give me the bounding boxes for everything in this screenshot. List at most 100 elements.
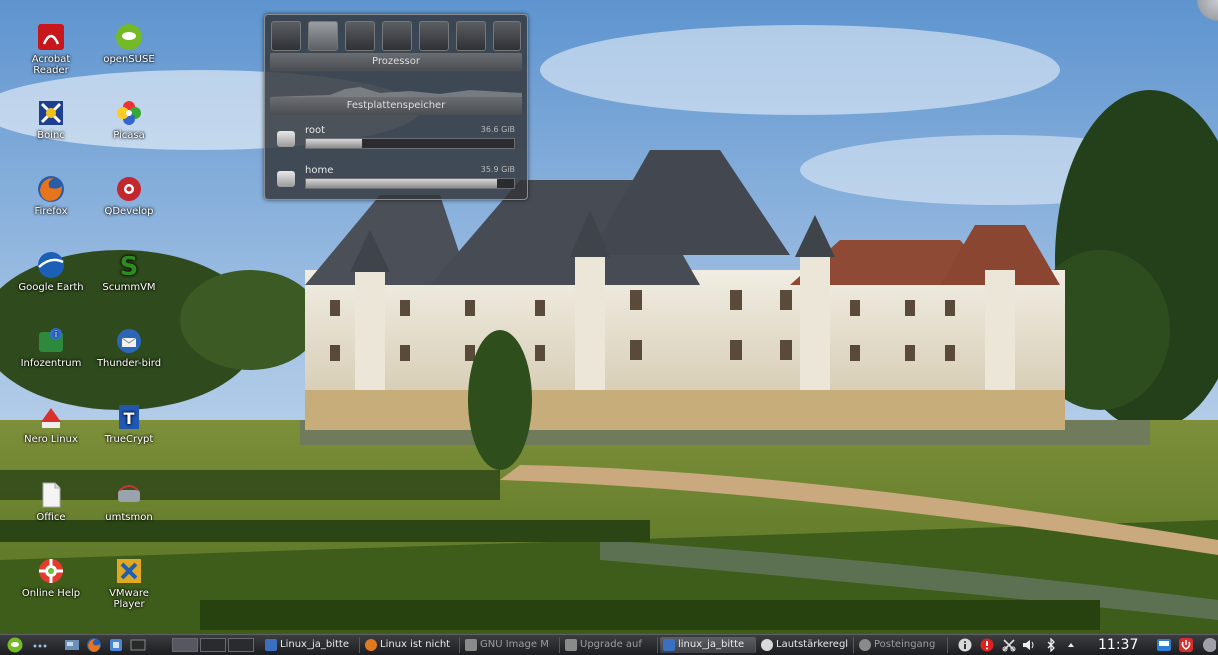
desktop-icon-label: QDevelop xyxy=(104,206,154,217)
desktop-icon-label: openSUSE xyxy=(103,54,155,65)
harddisk-monitor-icon[interactable] xyxy=(308,21,338,51)
meter-monitor-icon[interactable] xyxy=(493,21,521,51)
task-gnu-image[interactable]: GNU Image M xyxy=(462,637,560,653)
bluetooth-icon[interactable] xyxy=(1044,638,1058,652)
more-dots-icon[interactable] xyxy=(32,637,48,653)
nero-icon xyxy=(41,408,61,428)
desktop-icon-scummvm[interactable]: S ScummVM xyxy=(94,250,164,293)
picasa-icon xyxy=(117,101,141,125)
desktop-icon-label: ScummVM xyxy=(102,282,156,293)
gimp-icon xyxy=(465,639,477,651)
panel-toolbox-icon[interactable] xyxy=(1200,637,1216,653)
memory-monitor-icon[interactable] xyxy=(382,21,412,51)
desktop-icon-label: Acrobat Reader xyxy=(31,54,71,76)
cpu-monitor-icon[interactable] xyxy=(271,21,301,51)
desktop-icon-infozentrum[interactable]: i Infozentrum xyxy=(16,326,86,369)
truecrypt-icon: T xyxy=(119,405,139,429)
desktop-icon-label: VMware Player xyxy=(109,588,149,610)
terminal-icon[interactable] xyxy=(130,637,146,653)
desktop-icon-boinc[interactable]: Boinc xyxy=(16,98,86,141)
cpu-graph xyxy=(270,87,522,97)
panel-clock[interactable]: 11:37 xyxy=(1098,636,1138,654)
acrobat-icon xyxy=(38,24,64,50)
info-icon: i xyxy=(39,328,63,352)
desktop-icon-truecrypt[interactable]: T TrueCrypt xyxy=(94,402,164,445)
task-linux-ja-bitte-active[interactable]: linux_ja_bitte xyxy=(660,637,756,653)
task-linux-ja-bitte[interactable]: Linux_ja_bitte xyxy=(262,637,360,653)
task-lautstaerkeregler[interactable]: Lautstärkeregl xyxy=(758,637,854,653)
desktop-icon-office[interactable]: Office xyxy=(16,480,86,523)
desktop-view-icon[interactable] xyxy=(1156,637,1172,653)
desktop-icon-umtsmon[interactable]: umtsmon xyxy=(94,480,164,523)
scummvm-icon: S xyxy=(120,252,139,280)
desktop-icon-label: Picasa xyxy=(113,130,145,141)
desktop-icon-google-earth[interactable]: Google Earth xyxy=(16,250,86,293)
opensuse-icon xyxy=(116,24,142,50)
update-applet-icon[interactable] xyxy=(980,638,994,652)
svg-text:T: T xyxy=(124,409,135,428)
firefox-launcher-icon[interactable] xyxy=(86,637,102,653)
svg-text:S: S xyxy=(120,252,139,280)
firefox-icon xyxy=(365,639,377,651)
disk-row-home: home 35.9 GiB xyxy=(277,165,521,193)
task-upgrade-auf[interactable]: Upgrade auf xyxy=(562,637,658,653)
desktop-icon-picasa[interactable]: Picasa xyxy=(94,98,164,141)
system-monitor-toolbar xyxy=(271,21,521,51)
desktop-icon-vmware-player[interactable]: VMware Player xyxy=(94,556,164,610)
desktop-icon-opensuse[interactable]: openSUSE xyxy=(94,22,164,65)
mail-icon xyxy=(859,639,871,651)
desktop-icon-nero-linux[interactable]: Nero Linux xyxy=(16,402,86,445)
disk-row-root: root 36.6 GiB xyxy=(277,125,521,153)
volume-icon[interactable] xyxy=(1022,638,1036,652)
disk-size: 35.9 GiB xyxy=(480,165,515,174)
desktop-icon-label: Nero Linux xyxy=(24,434,78,445)
google-earth-icon xyxy=(38,252,64,278)
pager-desktop-2[interactable] xyxy=(200,638,226,652)
desktop-icon-online-help[interactable]: Online Help xyxy=(16,556,86,599)
desktop-wallpaper xyxy=(0,0,1218,655)
tray-expand-arrow-icon[interactable] xyxy=(1064,638,1078,652)
task-label: Linux_ja_bitte xyxy=(280,639,349,650)
taskbar-panel: Linux_ja_bitte Linux ist nicht GNU Image… xyxy=(0,634,1218,655)
show-desktop-icon[interactable] xyxy=(64,637,80,653)
pager-desktop-1[interactable] xyxy=(172,638,198,652)
desktop-icon-firefox[interactable]: Firefox xyxy=(16,174,86,217)
desktop-icon-thunderbird[interactable]: Thunder-bird xyxy=(94,326,164,369)
task-label: GNU Image M xyxy=(480,639,549,650)
desktop-icon-label: TrueCrypt xyxy=(104,434,154,445)
volume-control-icon xyxy=(761,639,773,651)
desktop-icon-label: umtsmon xyxy=(105,512,153,523)
task-label: Posteingang xyxy=(874,639,936,650)
opensuse-kickoff-icon[interactable] xyxy=(6,637,24,653)
desktop-icon-label: Thunder-bird xyxy=(96,358,162,369)
task-linux-ist-nicht[interactable]: Linux ist nicht xyxy=(362,637,460,653)
system-monitor-widget[interactable]: Prozessor Festplattenspeicher root 36.6 … xyxy=(264,14,528,200)
file-manager-icon[interactable] xyxy=(108,637,124,653)
desktop-toolbox-corner[interactable] xyxy=(1192,0,1218,26)
desktop-icon-label: Google Earth xyxy=(18,282,84,293)
desktop-icon-label: Boinc xyxy=(37,130,65,141)
cpu-section-header: Prozessor xyxy=(270,53,522,71)
disk-name: root xyxy=(305,125,326,136)
ram-monitor-icon[interactable] xyxy=(456,21,486,51)
info-tray-icon[interactable] xyxy=(958,638,972,652)
desktop-icon-acrobat-reader[interactable]: Acrobat Reader xyxy=(16,22,86,76)
document-icon xyxy=(265,639,277,651)
harddisk-icon xyxy=(277,131,295,147)
disk-usage-bar xyxy=(305,138,515,149)
task-label: linux_ja_bitte xyxy=(678,639,745,650)
storage-monitor-icon[interactable] xyxy=(345,21,375,51)
disk-name: home xyxy=(305,165,334,176)
desktop-icon-label: Office xyxy=(36,512,66,523)
pager-desktop-3[interactable] xyxy=(228,638,254,652)
scissors-klipper-icon[interactable] xyxy=(1002,638,1016,652)
task-posteingang[interactable]: Posteingang xyxy=(856,637,948,653)
disk-section-header: Festplattenspeicher xyxy=(270,97,522,115)
disk-size: 36.6 GiB xyxy=(480,125,515,134)
desktop-icon-qdevelop[interactable]: QDevelop xyxy=(94,174,164,217)
network-monitor-icon[interactable] xyxy=(419,21,449,51)
document-icon xyxy=(42,482,61,508)
desktop-icon-label: Firefox xyxy=(34,206,68,217)
power-icon[interactable] xyxy=(1178,637,1194,653)
disk-usage-fill xyxy=(306,139,363,148)
